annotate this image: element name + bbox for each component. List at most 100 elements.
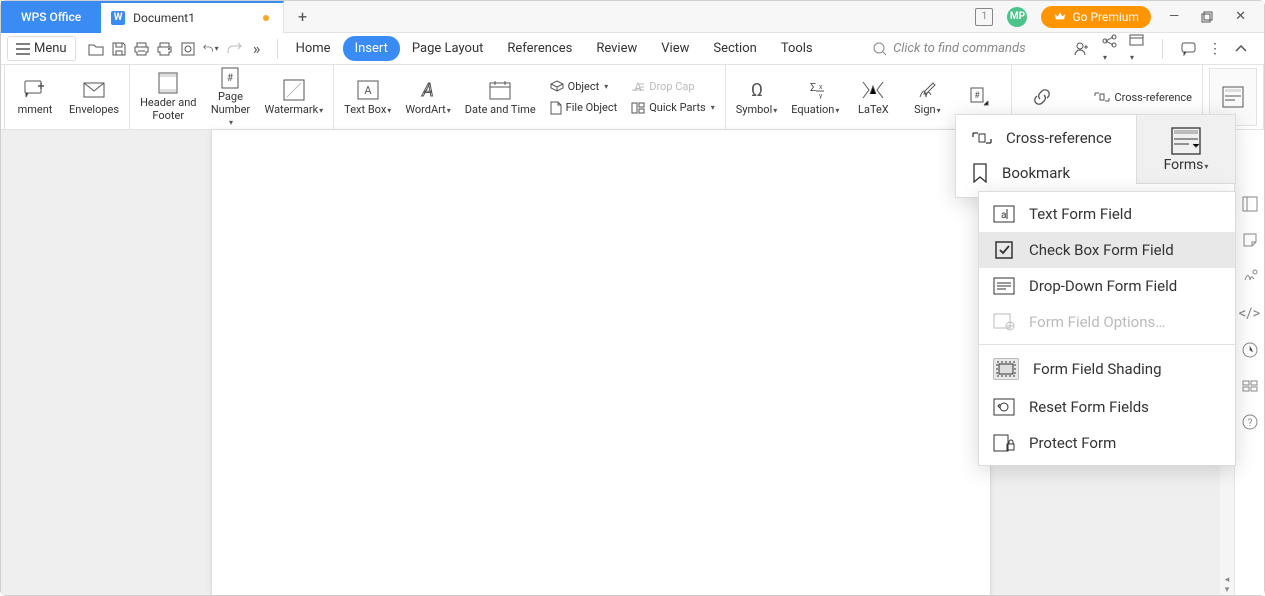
- more-icon[interactable]: ⋮: [1208, 41, 1222, 57]
- object-button[interactable]: Object▾: [546, 78, 622, 95]
- menu-label: Menu: [34, 41, 67, 56]
- text-form-field-item[interactable]: a Text Form Field: [979, 196, 1235, 232]
- shading-icon-selected: [993, 358, 1019, 380]
- dropdown-field-icon: [993, 277, 1015, 295]
- reading-mode-icon[interactable]: ▾: [1129, 34, 1144, 64]
- document-page[interactable]: [211, 130, 991, 595]
- app-brand[interactable]: WPS Office: [1, 1, 101, 33]
- header-footer-button[interactable]: Header and Footer: [136, 68, 200, 126]
- undo-icon[interactable]: ▾: [203, 41, 219, 57]
- reset-form-fields-label: Reset Form Fields: [1029, 398, 1149, 416]
- comment-button[interactable]: mment: [11, 68, 59, 126]
- save-icon[interactable]: [111, 41, 127, 57]
- quickparts-button[interactable]: Quick Parts▾: [627, 99, 719, 116]
- tab-view[interactable]: View: [649, 36, 701, 61]
- print-icon[interactable]: [134, 41, 150, 57]
- sidepanel-icon-5[interactable]: [1242, 342, 1258, 358]
- doc-icon: W: [111, 11, 125, 25]
- menu-button[interactable]: Menu: [7, 36, 76, 61]
- dropcap-button: A Drop Cap: [627, 78, 719, 95]
- reset-form-fields-item[interactable]: Reset Form Fields: [979, 389, 1235, 425]
- sidepanel-icon-4[interactable]: </>: [1239, 304, 1261, 322]
- svg-text:Σ: Σ: [810, 81, 816, 94]
- feedback-icon[interactable]: [1181, 42, 1196, 56]
- checkbox-form-field-item[interactable]: Check Box Form Field: [979, 232, 1235, 268]
- svg-text:?: ?: [1247, 418, 1252, 429]
- tab-references[interactable]: References: [495, 36, 584, 61]
- svg-text:#: #: [975, 91, 981, 101]
- svg-text:Ω: Ω: [751, 80, 763, 100]
- crossref-icon: [972, 129, 992, 147]
- reset-icon: [993, 398, 1015, 416]
- shading-icon: [996, 361, 1016, 377]
- document-name: Document1: [133, 11, 195, 25]
- datetime-button[interactable]: Date and Time: [461, 68, 540, 126]
- watermark-button[interactable]: Watermark▾: [260, 68, 327, 126]
- sidepanel-icon-3[interactable]: [1242, 268, 1258, 284]
- svg-text:a: a: [1001, 210, 1006, 221]
- premium-label: Go Premium: [1072, 10, 1138, 24]
- forms-submenu: a Text Form Field Check Box Form Field D…: [978, 191, 1236, 466]
- qat-more-icon[interactable]: »: [249, 41, 265, 57]
- envelopes-button[interactable]: Envelopes: [65, 68, 123, 126]
- sidepanel-icon-2[interactable]: [1242, 232, 1258, 248]
- tab-review[interactable]: Review: [584, 36, 649, 61]
- user-avatar[interactable]: MP: [1007, 7, 1027, 27]
- file-object-button[interactable]: File Object: [546, 99, 622, 117]
- svg-text:y: y: [819, 92, 823, 99]
- symbol-button[interactable]: Ω Symbol▾: [732, 68, 782, 126]
- sidepanel-icon-1[interactable]: [1242, 196, 1258, 212]
- go-premium-button[interactable]: Go Premium: [1041, 6, 1150, 28]
- quick-access-toolbar: ▾ »: [82, 41, 271, 57]
- menu-row: Menu ▾ » Home Insert Page Layout Referen…: [1, 33, 1264, 65]
- tab-insert[interactable]: Insert: [343, 36, 400, 61]
- page-number-button[interactable]: # Page Number▾: [206, 68, 254, 126]
- forms-block-label: Forms: [1164, 157, 1204, 173]
- close-button[interactable]: ✕: [1231, 7, 1250, 26]
- latex-button[interactable]: LaTeX: [849, 68, 897, 126]
- textbox-button[interactable]: A Text Box▾: [340, 68, 395, 126]
- ribbon-tabs: Home Insert Page Layout References Revie…: [284, 36, 825, 61]
- options-icon: [993, 313, 1015, 331]
- maximize-button[interactable]: [1197, 9, 1217, 25]
- tab-tools[interactable]: Tools: [769, 36, 825, 61]
- dropdown-form-field-item[interactable]: Drop-Down Form Field: [979, 268, 1235, 304]
- form-field-shading-label: Form Field Shading: [1033, 360, 1162, 378]
- sidepanel-help-icon[interactable]: ?: [1242, 414, 1258, 430]
- share-icon[interactable]: ▾: [1102, 34, 1117, 64]
- search-icon: [873, 42, 887, 56]
- cross-reference-ribbon[interactable]: Cross-reference: [1090, 88, 1196, 106]
- restore-indicator[interactable]: 1: [975, 8, 993, 26]
- text-form-field-label: Text Form Field: [1029, 205, 1132, 223]
- tab-home[interactable]: Home: [284, 36, 343, 61]
- title-bar: WPS Office W Document1 + 1 MP Go Premium…: [1, 1, 1264, 33]
- open-icon[interactable]: [88, 41, 104, 57]
- equation-button[interactable]: Σxy Equation▾: [787, 68, 843, 126]
- document-tab[interactable]: W Document1: [101, 1, 284, 33]
- sidepanel-icon-6[interactable]: [1242, 378, 1258, 394]
- form-field-options-item: Form Field Options…: [979, 304, 1235, 340]
- minimize-button[interactable]: —: [1165, 7, 1183, 26]
- unsaved-indicator-icon: [263, 15, 269, 21]
- new-tab-button[interactable]: +: [284, 7, 321, 26]
- bookmark-menu-label: Bookmark: [1002, 164, 1070, 182]
- dropdown-form-field-label: Drop-Down Form Field: [1029, 277, 1177, 295]
- collapse-ribbon-icon[interactable]: [1234, 44, 1248, 54]
- sign-button[interactable]: Sign▾: [903, 68, 951, 126]
- redo-icon[interactable]: [226, 41, 242, 57]
- tab-page-layout[interactable]: Page Layout: [400, 36, 496, 61]
- print-preview-icon[interactable]: [180, 41, 196, 57]
- protect-form-item[interactable]: Protect Form: [979, 425, 1235, 461]
- crown-icon: [1053, 10, 1067, 24]
- command-search[interactable]: Click to find commands: [873, 41, 1026, 56]
- svg-text:A: A: [421, 80, 433, 100]
- print-direct-icon[interactable]: [157, 41, 173, 57]
- forms-dropdown-button[interactable]: Forms▾: [1136, 114, 1236, 184]
- wordart-button[interactable]: A WordArt▾: [401, 68, 454, 126]
- tab-section[interactable]: Section: [701, 36, 768, 61]
- form-field-shading-item[interactable]: Form Field Shading: [979, 349, 1235, 389]
- hamburger-icon: [16, 43, 30, 55]
- checkbox-form-field-label: Check Box Form Field: [1029, 241, 1174, 259]
- user-action-icon[interactable]: [1074, 42, 1090, 56]
- form-field-options-label: Form Field Options…: [1029, 313, 1165, 331]
